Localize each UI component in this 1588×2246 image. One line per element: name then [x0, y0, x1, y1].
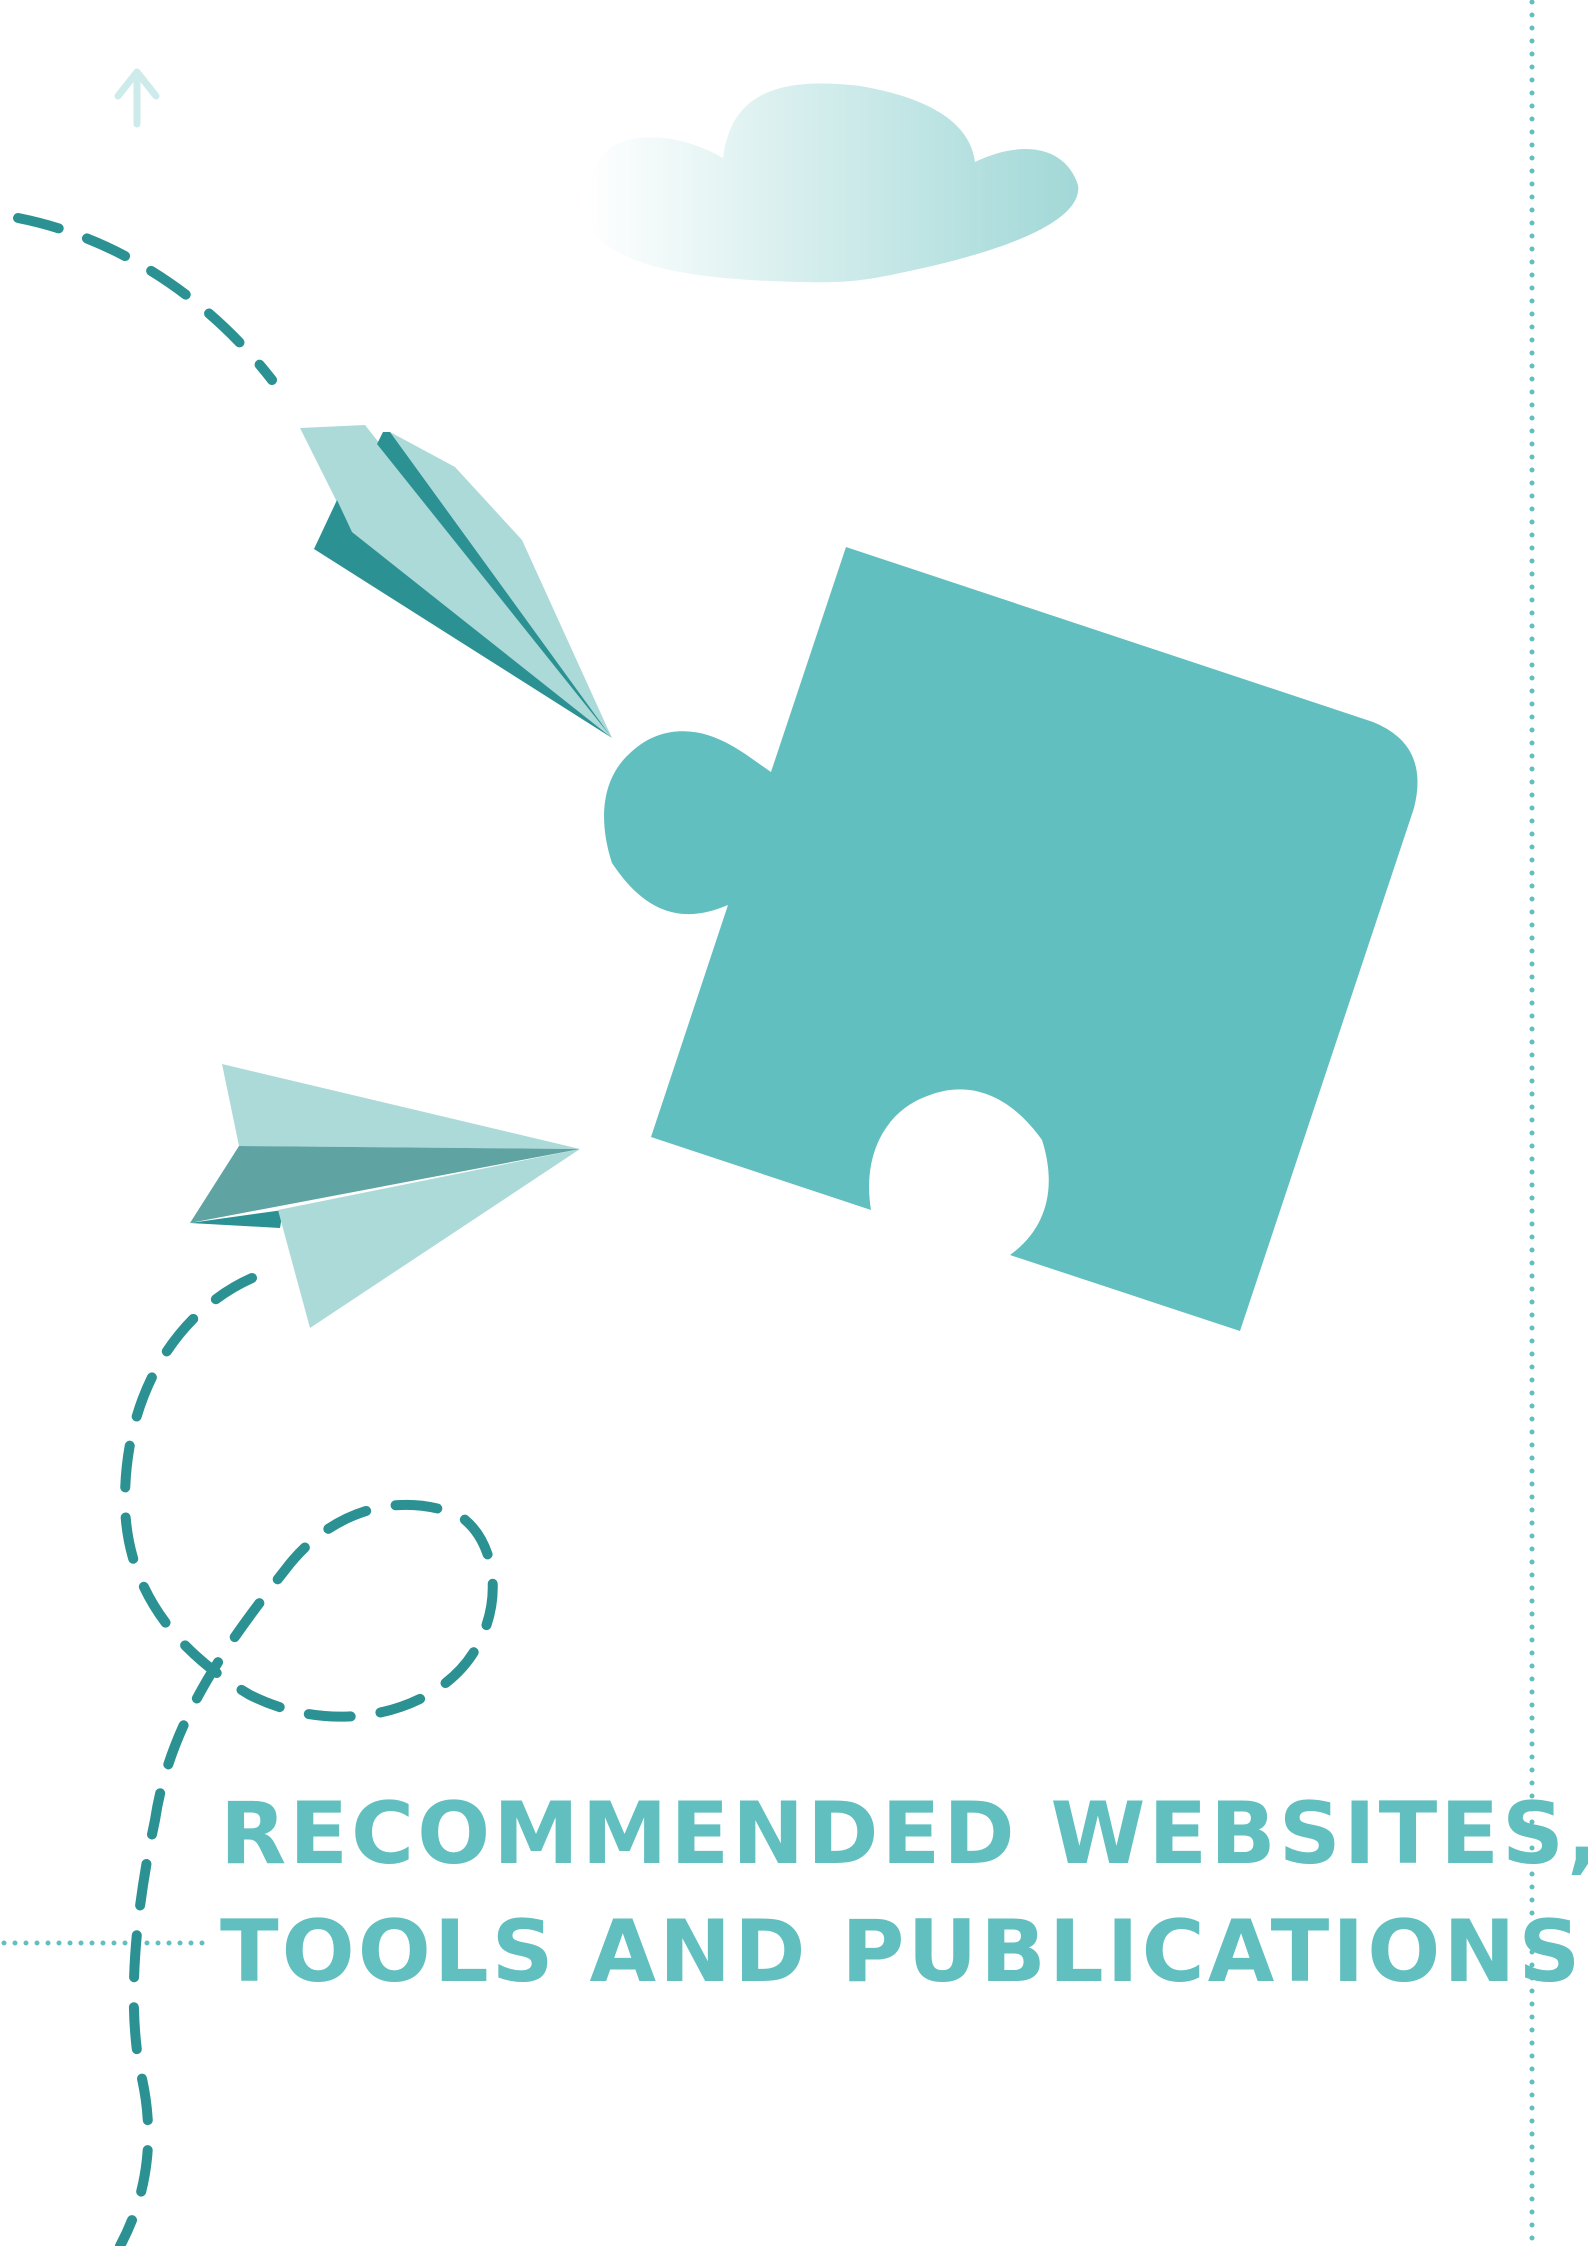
flight-path-upper [13, 213, 277, 385]
cloud-icon [586, 83, 1079, 283]
title-line-1: RECOMMENDED WEBSITES, [220, 1784, 1588, 1884]
page-title: RECOMMENDED WEBSITES, TOOLS AND PUBLICAT… [220, 1775, 1588, 2011]
flight-path-lower [115, 1273, 498, 2246]
paper-plane-icon [300, 425, 612, 738]
paper-plane-icon [190, 1064, 580, 1328]
puzzle-piece-icon [604, 547, 1418, 1331]
up-arrow-icon [114, 68, 160, 128]
title-line-2: TOOLS AND PUBLICATIONS [220, 1902, 1584, 2002]
